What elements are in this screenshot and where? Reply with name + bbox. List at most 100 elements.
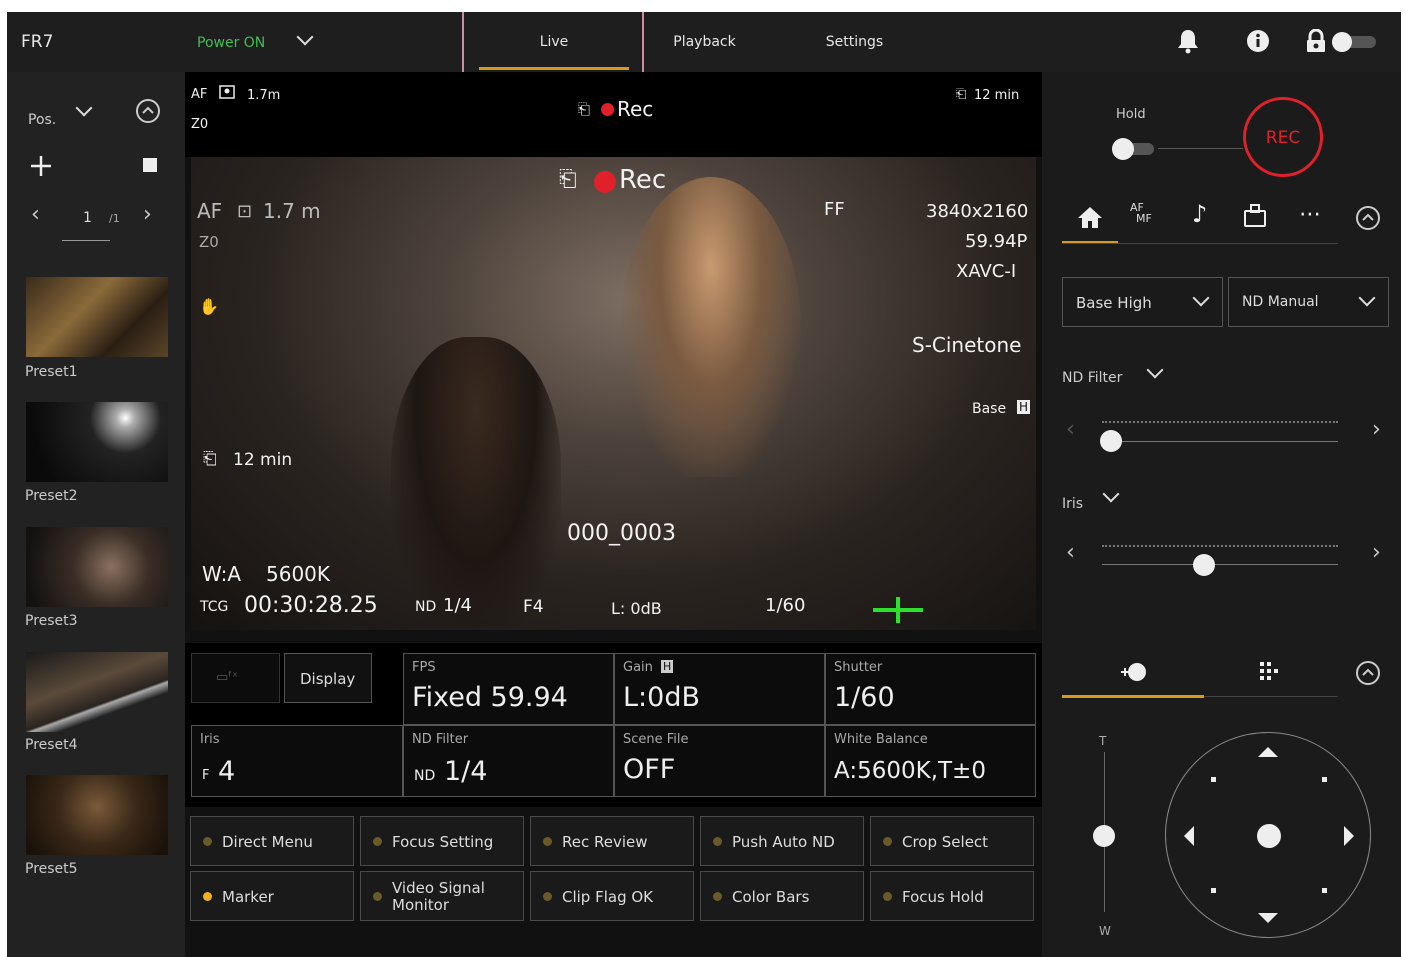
pan-left-icon[interactable] (1184, 826, 1194, 846)
tilt-down-icon[interactable] (1258, 913, 1278, 923)
button-label: Focus Setting (392, 833, 494, 851)
more-icon[interactable]: ⋯ (1299, 202, 1321, 227)
preset5-label: Preset5 (25, 861, 78, 877)
hold-toggle[interactable] (1112, 138, 1154, 160)
iris-decrease-icon[interactable]: ‹ (1066, 540, 1075, 565)
direct-menu-button[interactable]: Direct Menu (190, 816, 354, 866)
base-sensitivity-select[interactable]: Base High (1062, 277, 1223, 327)
iris-chevron-icon[interactable] (1102, 485, 1120, 503)
nd-decrease-icon[interactable]: ‹ (1066, 417, 1075, 442)
media-card-icon[interactable] (1242, 203, 1268, 229)
home-icon[interactable] (1076, 204, 1104, 230)
base-high-badge: H (1017, 400, 1031, 414)
video-signal-monitor-button[interactable]: Video Signal Monitor (360, 871, 524, 921)
nd-value: 1/4 (444, 756, 488, 787)
pan-tilt-tab-icon[interactable] (1256, 658, 1282, 684)
nd-increase-icon[interactable]: › (1372, 417, 1381, 442)
iris-cell[interactable]: Iris F 4 (191, 725, 403, 797)
shutter-overlay: 1/60 (765, 595, 806, 616)
nd-slider-track[interactable] (1102, 441, 1338, 442)
button-label: Direct Menu (222, 833, 313, 851)
shutter-cell[interactable]: Shutter 1/60 (825, 653, 1036, 725)
preset4-thumbnail[interactable] (26, 652, 168, 732)
tilt-up-icon[interactable] (1258, 747, 1278, 757)
focus-hold-button[interactable]: Focus Hold (870, 871, 1034, 921)
push-auto-nd-button[interactable]: Push Auto ND (700, 816, 864, 866)
tab-playback[interactable]: Playback (642, 34, 767, 50)
pan-tilt-joystick[interactable] (1165, 732, 1371, 938)
nd-mode-select[interactable]: ND Manual (1228, 277, 1389, 327)
zoom-focus-tab-icon[interactable] (1117, 658, 1149, 686)
zoom-tele-label: T (1099, 734, 1107, 748)
preset3-thumbnail[interactable] (26, 527, 168, 607)
button-label: Video Signal Monitor (392, 879, 485, 914)
rec-overlay: Rec (619, 165, 667, 195)
preset1-thumbnail[interactable] (26, 277, 168, 357)
status-dot (543, 892, 552, 901)
preset2-thumbnail[interactable] (26, 402, 168, 482)
stop-icon[interactable] (143, 158, 157, 172)
tab-settings[interactable]: Settings (797, 34, 912, 50)
collapse-up-icon[interactable] (1355, 205, 1381, 231)
iris-slider-track[interactable] (1102, 564, 1338, 565)
display-button[interactable]: Display (284, 653, 372, 703)
scene-file-cell[interactable]: Scene File OFF (614, 725, 825, 797)
nd-filter-label: ND Filter (412, 732, 469, 747)
gain-overlay: L: 0dB (611, 599, 662, 618)
pan-right-icon[interactable] (1344, 826, 1354, 846)
add-preset-icon[interactable] (29, 154, 53, 178)
tcg-overlay: TCG (200, 599, 229, 615)
gain-value: L:0dB (623, 682, 700, 713)
rec-review-button[interactable]: Rec Review (530, 816, 694, 866)
status-dot (373, 892, 382, 901)
audio-note-icon[interactable]: ♪ (1192, 200, 1207, 228)
clip-flag-ok-button[interactable]: Clip Flag OK (530, 871, 694, 921)
next-page-icon[interactable]: › (143, 202, 152, 227)
rec-dot-icon (601, 103, 614, 116)
lock-icon[interactable] (1305, 29, 1327, 53)
status-dot-active (203, 892, 212, 901)
lock-toggle[interactable] (1332, 32, 1376, 52)
nd-slider-knob[interactable] (1100, 430, 1122, 452)
white-balance-cell[interactable]: White Balance A:5600K,T±0 (825, 725, 1036, 797)
joystick-center[interactable] (1257, 824, 1281, 848)
top-bar: FR7 Power ON Live Playback Settings (7, 12, 1401, 86)
color-bars-button[interactable]: Color Bars (700, 871, 864, 921)
power-status[interactable]: Power ON (197, 35, 265, 51)
diag-dot (1211, 777, 1216, 782)
af-mf-icon[interactable]: AF MF (1130, 202, 1152, 224)
nd-prefix: ND (414, 768, 436, 784)
fps-cell[interactable]: FPS Fixed 59.94 (403, 653, 614, 725)
focus-distance: 1.7m (247, 88, 281, 103)
nd-filter-cell[interactable]: ND Filter ND 1/4 (403, 725, 614, 797)
preset5-thumbnail[interactable] (26, 775, 168, 855)
media-overlay-icon: ⎗ (559, 167, 577, 192)
framing-icon: ▭ᶠˣ (216, 670, 238, 685)
iris-increase-icon[interactable]: › (1372, 540, 1381, 565)
live-video-preview[interactable]: ⎗ Rec AF ⊡ 1.7 m Z0 ✋ FF 3840x2160 59.94… (191, 157, 1036, 630)
collapse-up-icon[interactable] (1355, 660, 1381, 686)
iris-overlay: F4 (523, 597, 544, 617)
gain-cell[interactable]: Gain H L:0dB (614, 653, 825, 725)
power-dropdown-icon[interactable] (296, 28, 314, 46)
prev-page-icon[interactable]: ‹ (31, 202, 40, 227)
focus-distance-overlay: 1.7 m (263, 199, 321, 223)
position-dropdown-icon[interactable] (75, 99, 93, 117)
mf-text: MF (1136, 212, 1152, 225)
nd-filter-chevron-icon[interactable] (1146, 361, 1164, 379)
crop-select-button[interactable]: Crop Select (870, 816, 1034, 866)
marker-button[interactable]: Marker (190, 871, 354, 921)
face-overlay-icon: ⊡ (237, 201, 253, 222)
framing-button[interactable]: ▭ᶠˣ (191, 653, 280, 703)
rec-button[interactable]: REC (1243, 97, 1323, 177)
info-icon[interactable] (1246, 29, 1270, 53)
notification-bell-icon[interactable] (1175, 28, 1201, 54)
tab-divider (1204, 696, 1338, 697)
button-label: Clip Flag OK (562, 888, 654, 906)
gain-high-badge: H (661, 660, 674, 673)
iris-slider-knob[interactable] (1193, 554, 1215, 576)
zoom-rocker-knob[interactable] (1093, 825, 1115, 847)
collapse-up-icon[interactable] (135, 98, 161, 124)
focus-setting-button[interactable]: Focus Setting (360, 816, 524, 866)
face-detect-icon (219, 85, 235, 99)
